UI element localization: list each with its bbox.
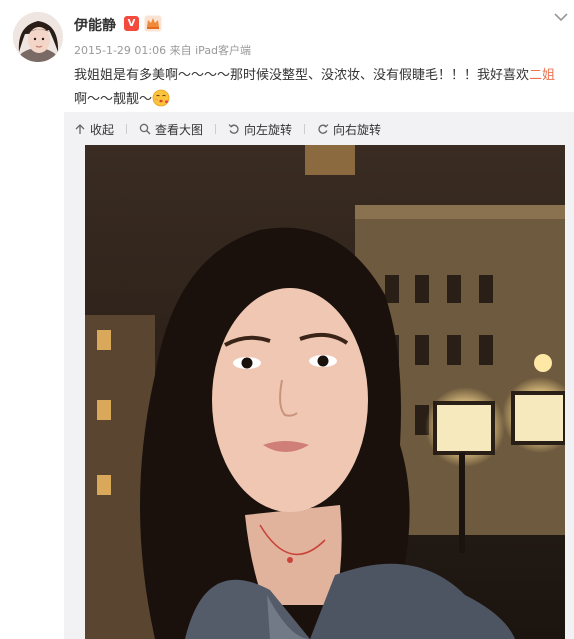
collapse-label: 收起 — [90, 122, 115, 137]
kiss-emoji-icon — [152, 89, 170, 107]
weibo-post: 伊能静 V 2015-1-29 01:06 来自 iPad客户端 我姐姐是有多美… — [0, 0, 574, 639]
rotate-left-button[interactable]: 向左旋转 — [228, 121, 292, 138]
rotate-right-button[interactable]: 向右旋转 — [317, 121, 381, 138]
rotate-left-icon — [228, 124, 239, 134]
mention-link[interactable]: 二姐 — [529, 68, 555, 83]
toolbar-divider — [304, 124, 306, 134]
verified-badge-icon[interactable]: V — [124, 16, 139, 31]
post-text-part2: 啊～～靓靓～ — [74, 92, 153, 107]
collapse-button[interactable]: 收起 — [74, 121, 114, 138]
post-photo[interactable] — [85, 145, 565, 639]
source-prefix: 来自 — [169, 44, 192, 57]
username[interactable]: 伊能静 — [74, 15, 116, 35]
view-large-button[interactable]: 查看大图 — [139, 121, 203, 138]
avatar[interactable] — [13, 12, 63, 62]
chevron-down-icon[interactable] — [554, 12, 568, 22]
rotate-right-label: 向右旋转 — [333, 122, 382, 137]
post-text: 我姐姐是有多美啊～～～～那时候没整型、没浓妆、没有假睫毛！！！我好喜欢二姐啊～～… — [74, 64, 564, 112]
post-meta: 2015-1-29 01:06 来自 iPad客户端 — [74, 42, 251, 58]
media-toolbar: 收起 查看大图 向左旋转 向右旋转 — [74, 120, 393, 138]
source-device[interactable]: iPad客户端 — [195, 44, 251, 57]
arrow-up-icon — [75, 124, 85, 134]
view-large-label: 查看大图 — [155, 122, 204, 137]
magnifier-icon — [139, 123, 151, 135]
post-text-part1: 我姐姐是有多美啊～～～～那时候没整型、没浓妆、没有假睫毛！！！我好喜欢 — [74, 68, 530, 83]
toolbar-divider — [215, 124, 217, 134]
rotate-right-icon — [318, 124, 329, 134]
toolbar-divider — [126, 124, 128, 134]
rotate-left-label: 向左旋转 — [244, 122, 293, 137]
post-timestamp[interactable]: 2015-1-29 01:06 — [74, 44, 166, 57]
member-crown-icon[interactable] — [144, 15, 162, 32]
